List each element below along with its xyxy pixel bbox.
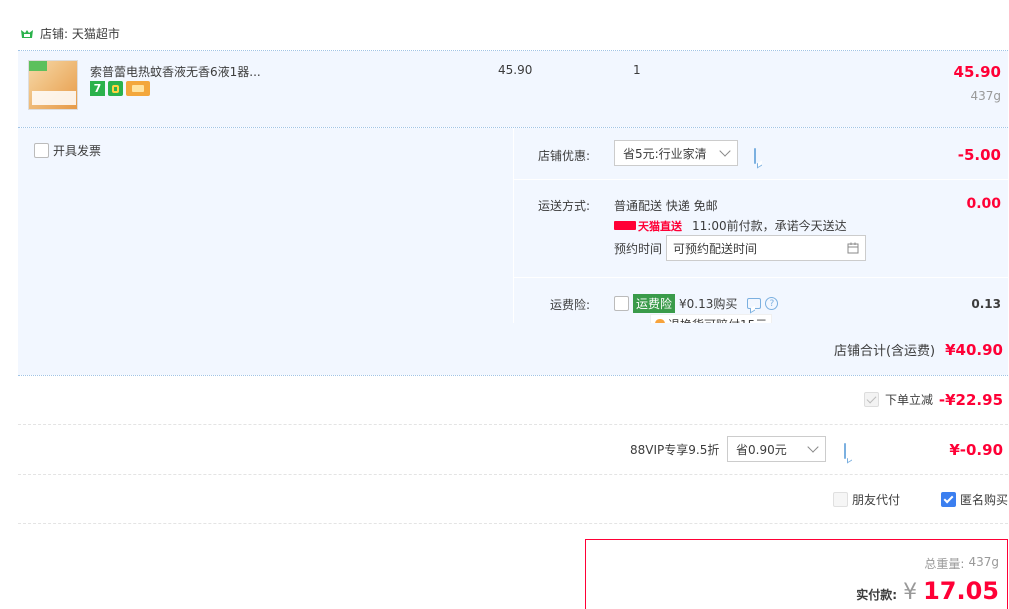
tmall-truck-icon <box>614 221 636 230</box>
appointment-label: 预约时间 <box>614 242 663 256</box>
delivery-promise: 11:00前付款，承诺今天送达 <box>692 219 847 233</box>
invoice-checkbox[interactable] <box>34 143 49 158</box>
message-icon[interactable] <box>754 148 756 164</box>
friend-pay-checkbox[interactable] <box>833 492 848 507</box>
instant-discount: 下单立减 <box>864 391 933 408</box>
message-icon[interactable] <box>747 298 762 309</box>
friend-pay-option[interactable]: 朋友代付 <box>833 491 900 508</box>
tmall-direct-badge: 天猫直送 <box>614 218 682 234</box>
pay-label: 实付款: <box>856 588 898 602</box>
insurance-price: ¥0.13购买 <box>679 297 738 311</box>
vip-select[interactable]: 省0.90元 <box>727 436 826 462</box>
discount-label: 店铺优惠: <box>538 149 591 163</box>
help-icon[interactable]: ? <box>765 297 779 310</box>
anonymous-label: 匿名购买 <box>960 493 1009 507</box>
insurance-checkbox[interactable] <box>614 296 629 311</box>
insurance-label: 运费险: <box>550 298 591 312</box>
chevron-down-icon <box>719 145 731 157</box>
vip-amount: ¥-0.90 <box>949 441 1003 459</box>
shop-name[interactable]: 店铺: 天猫超市 <box>40 25 120 42</box>
shipping-method: 普通配送 快递 免邮 <box>614 199 718 213</box>
instant-discount-checkbox <box>864 392 879 407</box>
quantity: 1 <box>633 63 641 77</box>
appointment-time-input[interactable]: 可预约配送时间 <box>666 235 866 261</box>
pay-currency: ¥ <box>903 580 918 605</box>
actual-payment: 实付款: ¥ 17.05 <box>856 577 999 605</box>
shop-total-amount: ¥40.90 <box>945 341 1003 359</box>
appointment-placeholder: 可预约配送时间 <box>673 241 758 256</box>
shipping-amount: 0.00 <box>966 196 1001 212</box>
calendar-icon[interactable] <box>847 242 859 254</box>
shop-icon <box>21 29 33 38</box>
item-subtotal: 45.90 <box>953 63 1001 81</box>
unit-price: 45.90 <box>498 63 533 77</box>
anonymous-checkbox[interactable] <box>941 492 956 507</box>
anonymous-option[interactable]: 匿名购买 <box>941 491 1008 508</box>
vip-label: 88VIP专享9.5折 <box>630 443 720 457</box>
friend-pay-label: 朋友代付 <box>852 493 901 507</box>
discount-select[interactable]: 省5元:行业家清 <box>614 140 738 166</box>
insurance-badge: 运费险 <box>633 294 676 313</box>
payment-summary: 总重量: 437g 实付款: ¥ 17.05 <box>585 539 1008 609</box>
instant-discount-label: 下单立减 <box>885 393 934 407</box>
seven-day-return-icon: 7 <box>90 81 105 96</box>
discount-selected: 省5元:行业家清 <box>623 146 707 161</box>
shop-header: 店铺: 天猫超市 <box>20 25 120 42</box>
invoice-option[interactable]: 开具发票 <box>34 142 101 159</box>
product-thumbnail[interactable] <box>28 60 78 110</box>
insurance-option[interactable]: 运费险 ¥0.13购买 ? <box>614 294 779 313</box>
chevron-down-icon <box>807 441 819 453</box>
quality-icon <box>108 81 123 96</box>
shop-total-label: 店铺合计(含运费) <box>833 344 936 359</box>
invoice-label: 开具发票 <box>53 144 102 158</box>
insurance-amount: 0.13 <box>971 297 1001 311</box>
shipping-label: 运送方式: <box>538 199 591 213</box>
message-icon[interactable] <box>844 443 846 459</box>
total-weight: 总重量: 437g <box>924 555 999 571</box>
tmall-direct-row: 天猫直送 11:00前付款，承诺今天送达 <box>614 217 847 234</box>
card-icon <box>126 81 150 96</box>
instant-discount-amount: -¥22.95 <box>938 391 1003 409</box>
pay-amount: 17.05 <box>923 577 999 605</box>
product-title[interactable]: 索普蕾电热蚊香液无香6液1器... <box>90 63 261 80</box>
vip-selected: 省0.90元 <box>736 442 787 457</box>
item-weight: 437g <box>970 89 1001 103</box>
discount-amount: -5.00 <box>957 146 1001 164</box>
product-badges: 7 <box>90 81 150 96</box>
shop-total: 店铺合计(含运费) ¥40.90 <box>834 340 1003 359</box>
